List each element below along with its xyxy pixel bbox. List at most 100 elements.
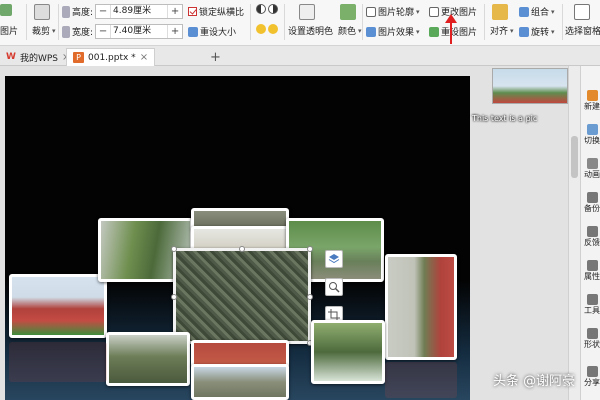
resize-handle[interactable] bbox=[307, 294, 313, 300]
side-item-label: 属性 bbox=[584, 272, 600, 281]
side-properties-button[interactable]: 属性 bbox=[583, 260, 600, 282]
brightness-contrast-icons[interactable] bbox=[256, 4, 278, 14]
color-button[interactable]: 颜色 ▾ bbox=[338, 24, 362, 38]
new-tab-button[interactable]: + bbox=[204, 48, 227, 66]
crop-icon[interactable] bbox=[34, 4, 50, 20]
document-tab-bar: W 我的WPS × P 001.pptx * × + bbox=[0, 46, 600, 66]
tab-label: 我的WPS bbox=[19, 53, 58, 64]
side-item-label: 反馈 bbox=[584, 238, 600, 247]
thumbnail-scrollbar[interactable] bbox=[568, 66, 580, 400]
lock-ratio-checkbox[interactable]: 锁定纵横比 bbox=[188, 5, 244, 18]
side-tools-button[interactable]: 工具 bbox=[583, 294, 600, 316]
tab-001-pptx[interactable]: P 001.pptx * × bbox=[66, 48, 156, 66]
zoom-icon[interactable] bbox=[325, 278, 343, 296]
photo-flag-field[interactable] bbox=[191, 364, 289, 400]
checkbox-checked-icon bbox=[188, 7, 197, 16]
reset-size-label: 重设大小 bbox=[200, 28, 237, 38]
side-animation-button[interactable]: 动画 bbox=[583, 158, 600, 180]
resize-handle[interactable] bbox=[239, 246, 245, 252]
width-spinner[interactable]: − 7.40厘米 + bbox=[95, 24, 184, 39]
width-input[interactable]: 7.40厘米 bbox=[110, 25, 169, 38]
lock-ratio-label: 锁定纵横比 bbox=[199, 8, 245, 18]
resize-handle[interactable] bbox=[171, 246, 177, 252]
picture-outline-label: 图片轮廓 bbox=[378, 8, 415, 18]
crop-button[interactable]: 裁剪 ▾ bbox=[32, 24, 56, 38]
new-icon bbox=[586, 90, 598, 101]
photo-running-track[interactable] bbox=[9, 274, 107, 338]
align-icon[interactable] bbox=[492, 4, 508, 20]
height-spinner[interactable]: − 4.89厘米 + bbox=[95, 4, 184, 19]
rotate-label: 旋转 bbox=[531, 28, 550, 38]
picture-effect-button[interactable]: 图片效果 ▾ bbox=[366, 25, 420, 38]
resize-handle[interactable] bbox=[307, 246, 313, 252]
transparent-icon[interactable] bbox=[299, 4, 315, 20]
photo-soldiers-lineup[interactable] bbox=[106, 332, 190, 386]
side-transition-button[interactable]: 切换 bbox=[583, 124, 600, 146]
share-icon bbox=[586, 366, 598, 377]
watermark-text: 头条 @谢阿豪 bbox=[493, 374, 576, 389]
side-item-label: 切换 bbox=[584, 136, 600, 145]
selection-pane-button[interactable]: 选择窗格 bbox=[565, 24, 600, 37]
side-item-label: 工具 bbox=[584, 306, 600, 315]
slide-thumbnail[interactable] bbox=[492, 68, 568, 104]
side-backup-button[interactable]: 备份 bbox=[583, 192, 600, 214]
annotation-arrow bbox=[445, 14, 457, 44]
rotate-button[interactable]: 旋转 ▾ bbox=[519, 25, 555, 38]
rotate-icon bbox=[519, 26, 529, 37]
close-icon[interactable]: × bbox=[140, 52, 148, 63]
reset-size-button[interactable]: 重设大小 bbox=[188, 25, 236, 38]
outline-icon bbox=[366, 6, 376, 17]
photo-standing-soldier[interactable] bbox=[385, 254, 457, 360]
width-increase-button[interactable]: + bbox=[168, 25, 182, 38]
tab-my-wps[interactable]: W 我的WPS × bbox=[0, 48, 76, 66]
selection-pane-icon[interactable] bbox=[574, 4, 590, 20]
height-icon bbox=[62, 5, 70, 18]
group-button[interactable]: 组合 ▾ bbox=[519, 5, 555, 18]
height-label: 高度: bbox=[72, 8, 94, 18]
align-button[interactable]: 对齐 ▾ bbox=[490, 24, 514, 38]
scrollbar-thumb[interactable] bbox=[571, 136, 578, 178]
height-increase-button[interactable]: + bbox=[168, 5, 182, 18]
picture-icon bbox=[0, 4, 12, 16]
properties-icon bbox=[586, 260, 598, 271]
tab-label: 001.pptx * bbox=[88, 52, 136, 63]
wps-logo-icon: W bbox=[6, 52, 16, 62]
insert-picture-button[interactable]: 图片 bbox=[0, 24, 18, 37]
side-feedback-button[interactable]: 反馈 bbox=[583, 226, 600, 248]
side-share-button[interactable]: 分享 bbox=[583, 366, 600, 388]
ribbon-toolbar: 图片 裁剪 ▾ 高度: − 4.89厘米 + 宽度: − 7.40厘米 + 锁定纵… bbox=[0, 0, 600, 46]
width-icon bbox=[62, 25, 70, 38]
transition-icon bbox=[586, 124, 598, 135]
animation-icon bbox=[586, 158, 598, 169]
effect-icon bbox=[366, 26, 376, 37]
layers-icon[interactable] bbox=[325, 250, 343, 268]
right-task-panel: 新建 切换 动画 备份 反馈 属性 工具 形状 分享 bbox=[580, 66, 600, 400]
resize-handle[interactable] bbox=[171, 294, 177, 300]
height-row: 高度: − 4.89厘米 + bbox=[62, 4, 184, 19]
slide-canvas[interactable] bbox=[5, 76, 470, 400]
picture-outline-button[interactable]: 图片轮廓 ▾ bbox=[366, 5, 420, 18]
side-item-label: 动画 bbox=[584, 170, 600, 179]
group-label: 组合 bbox=[531, 8, 550, 18]
side-item-label: 分享 bbox=[584, 378, 600, 387]
slide-thumbnail-pane: This text is a pic bbox=[470, 66, 574, 400]
selection-pane-label: 选择窗格 bbox=[565, 27, 600, 37]
group-icon bbox=[519, 6, 529, 17]
side-item-label: 新建 bbox=[584, 102, 600, 111]
side-new-button[interactable]: 新建 bbox=[583, 90, 600, 112]
backup-icon bbox=[586, 192, 598, 203]
side-item-label: 形状 bbox=[584, 340, 600, 349]
sun-icons[interactable] bbox=[256, 24, 278, 34]
photo-soldiers-flowers[interactable] bbox=[311, 320, 385, 384]
set-transparent-button[interactable]: 设置透明色 bbox=[288, 24, 333, 37]
height-decrease-button[interactable]: − bbox=[96, 5, 110, 18]
width-decrease-button[interactable]: − bbox=[96, 25, 110, 38]
tools-icon bbox=[586, 294, 598, 305]
photo-crowd-selected[interactable] bbox=[173, 248, 311, 344]
reset-picture-icon bbox=[429, 26, 439, 37]
height-input[interactable]: 4.89厘米 bbox=[110, 5, 169, 18]
align-label: 对齐 bbox=[490, 27, 509, 37]
color-icon[interactable] bbox=[340, 4, 356, 20]
side-shape-button[interactable]: 形状 bbox=[583, 328, 600, 350]
reset-size-icon bbox=[188, 26, 198, 37]
